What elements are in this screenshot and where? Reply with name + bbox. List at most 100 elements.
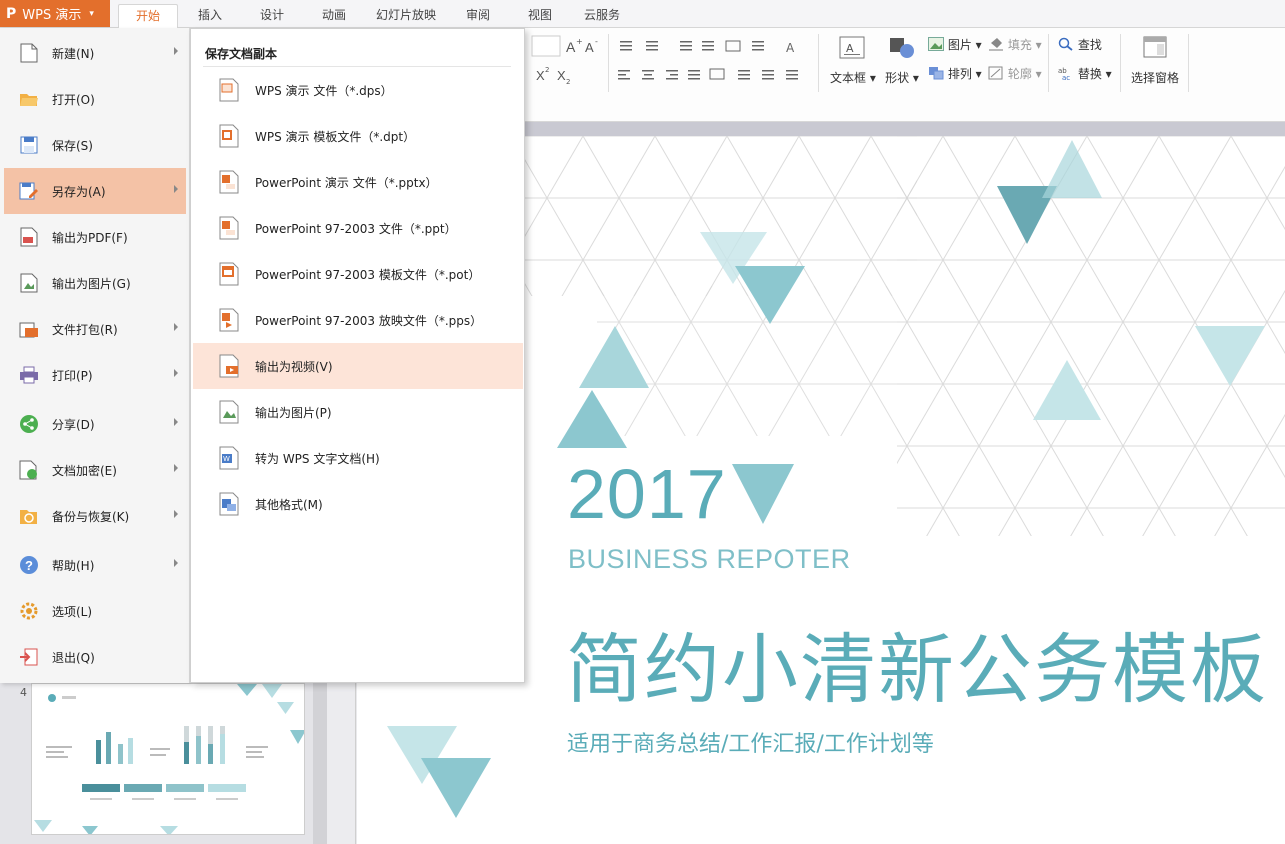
arrange-icon bbox=[928, 66, 944, 83]
exit-icon bbox=[18, 646, 40, 668]
menu-item-save[interactable]: 保存(S) bbox=[4, 122, 186, 168]
chevron-right-icon bbox=[174, 369, 178, 377]
submenu-title: 保存文档副本 bbox=[205, 47, 278, 61]
folder-open-icon bbox=[18, 88, 40, 110]
title-tab-bar: P WPS 演示 ▾ 开始 插入 设计 动画 幻灯片放映 审阅 视图 云服务 bbox=[0, 0, 1285, 32]
font-paragraph-tools-icon[interactable]: A + A- X2 X2 A bbox=[530, 32, 820, 92]
menu-item-export-pdf[interactable]: 输出为PDF(F) bbox=[4, 214, 186, 260]
save-as-pps[interactable]: PowerPoint 97-2003 放映文件（*.pps） bbox=[193, 297, 523, 343]
wps-writer-icon: W bbox=[217, 445, 241, 471]
tab-animation[interactable]: 动画 bbox=[316, 0, 352, 28]
encrypt-icon bbox=[18, 459, 40, 481]
svg-text:ac: ac bbox=[1062, 74, 1070, 80]
shape-label: 形状 bbox=[885, 71, 910, 85]
save-as-pot[interactable]: PowerPoint 97-2003 模板文件（*.pot） bbox=[193, 251, 523, 297]
submenu-item-label: PowerPoint 97-2003 放映文件（*.pps） bbox=[255, 313, 483, 328]
panel-divider bbox=[327, 683, 355, 844]
svg-text:2: 2 bbox=[566, 78, 570, 86]
tab-review[interactable]: 审阅 bbox=[460, 0, 496, 28]
export-image[interactable]: 输出为图片(P) bbox=[193, 389, 523, 435]
svg-text:-: - bbox=[595, 37, 598, 46]
app-menu-button[interactable]: P WPS 演示 ▾ bbox=[0, 0, 110, 27]
svg-text:?: ? bbox=[25, 558, 33, 573]
pot-file-icon bbox=[217, 261, 241, 287]
tab-slideshow[interactable]: 幻灯片放映 bbox=[370, 0, 442, 28]
menu-item-help[interactable]: ? 帮助(H) bbox=[4, 542, 186, 588]
fill-button[interactable]: 填充 ▾ bbox=[988, 36, 1042, 54]
submenu-item-label: 输出为图片(P) bbox=[255, 405, 332, 420]
find-button[interactable]: 查找 bbox=[1058, 36, 1102, 54]
save-as-dpt[interactable]: WPS 演示 模板文件（*.dpt） bbox=[193, 113, 523, 159]
gear-icon bbox=[18, 600, 40, 622]
svg-text:A: A bbox=[585, 40, 594, 55]
tab-insert[interactable]: 插入 bbox=[192, 0, 228, 28]
submenu-item-label: 转为 WPS 文字文档(H) bbox=[255, 451, 380, 466]
tab-view[interactable]: 视图 bbox=[522, 0, 558, 28]
selection-pane-icon bbox=[1143, 36, 1167, 58]
slide-description: 适用于商务总结/工作汇报/工作计划等 bbox=[567, 732, 934, 757]
replace-button[interactable]: ab ac 替换 ▾ bbox=[1058, 65, 1112, 83]
slide-subtitle: BUSINESS REPOTER bbox=[568, 544, 851, 574]
picture-button[interactable]: 图片 ▾ bbox=[928, 36, 982, 54]
slide-thumbnail[interactable] bbox=[31, 683, 305, 835]
menu-item-backup[interactable]: 备份与恢复(K) bbox=[4, 493, 186, 539]
menu-item-options[interactable]: 选项(L) bbox=[4, 588, 186, 634]
svg-text:A: A bbox=[786, 41, 795, 55]
menu-item-package[interactable]: 文件打包(R) bbox=[4, 306, 186, 352]
chevron-right-icon bbox=[174, 464, 178, 472]
chevron-right-icon bbox=[174, 47, 178, 55]
selection-pane-label: 选择窗格 bbox=[1130, 71, 1179, 85]
dps-file-icon bbox=[217, 77, 241, 103]
menu-item-save-as[interactable]: 另存为(A) bbox=[4, 168, 186, 214]
selection-pane-button[interactable]: 选择窗格 bbox=[1128, 36, 1182, 86]
tab-design[interactable]: 设计 bbox=[254, 0, 290, 28]
submenu-item-label: WPS 演示 文件（*.dps） bbox=[255, 83, 393, 98]
menu-item-share[interactable]: 分享(D) bbox=[4, 401, 186, 447]
tab-cloud[interactable]: 云服务 bbox=[578, 0, 626, 28]
menu-item-label: 选项(L) bbox=[52, 604, 93, 619]
convert-to-wps-writer[interactable]: W 转为 WPS 文字文档(H) bbox=[193, 435, 523, 481]
menu-item-label: 另存为(A) bbox=[52, 184, 106, 199]
menu-item-label: 帮助(H) bbox=[52, 558, 95, 573]
slide-title: 简约小清新公务模板 bbox=[566, 625, 1268, 714]
image-export-icon bbox=[217, 399, 241, 425]
save-as-pptx[interactable]: PowerPoint 演示 文件（*.pptx） bbox=[193, 159, 523, 205]
save-as-dps[interactable]: WPS 演示 文件（*.dps） bbox=[193, 67, 523, 113]
svg-text:+: + bbox=[576, 37, 583, 46]
arrange-button[interactable]: 排列 ▾ bbox=[928, 65, 982, 83]
outline-button[interactable]: 轮廓 ▾ bbox=[988, 65, 1042, 83]
save-as-ppt[interactable]: PowerPoint 97-2003 文件（*.ppt） bbox=[193, 205, 523, 251]
shape-button[interactable]: 形状 ▾ bbox=[882, 36, 922, 86]
pps-file-icon bbox=[217, 307, 241, 333]
menu-item-encrypt[interactable]: 文档加密(E) bbox=[4, 447, 186, 493]
textbox-button[interactable]: A 文本框 ▾ bbox=[830, 36, 876, 86]
video-export-icon bbox=[217, 353, 241, 379]
app-name: WPS 演示 bbox=[22, 8, 82, 23]
menu-item-exit[interactable]: 退出(Q) bbox=[4, 634, 186, 680]
ppt-file-icon bbox=[217, 215, 241, 241]
save-as-other-format[interactable]: 其他格式(M) bbox=[193, 481, 523, 527]
export-video[interactable]: 输出为视频(V) bbox=[193, 343, 523, 389]
textbox-icon: A bbox=[839, 36, 865, 59]
menu-item-label: 分享(D) bbox=[52, 417, 95, 432]
thumbnail-scrollbar[interactable] bbox=[313, 683, 327, 844]
save-as-submenu: 保存文档副本 WPS 演示 文件（*.dps） WPS 演示 模板文件（*.dp… bbox=[190, 28, 525, 683]
image-export-icon bbox=[18, 272, 40, 294]
menu-item-open[interactable]: 打开(O) bbox=[4, 76, 186, 122]
outline-label: 轮廓 bbox=[1007, 67, 1032, 81]
fill-bucket-icon bbox=[988, 37, 1004, 54]
menu-item-label: 输出为图片(G) bbox=[52, 276, 131, 291]
submenu-item-label: 其他格式(M) bbox=[255, 497, 323, 512]
menu-item-print[interactable]: 打印(P) bbox=[4, 352, 186, 398]
svg-text:X: X bbox=[557, 68, 566, 83]
menu-item-export-image[interactable]: 输出为图片(G) bbox=[4, 260, 186, 306]
menu-item-label: 打开(O) bbox=[52, 92, 95, 107]
textbox-label: 文本框 bbox=[830, 71, 867, 85]
menu-item-label: 退出(Q) bbox=[52, 650, 95, 665]
menu-item-label: 打印(P) bbox=[52, 368, 93, 383]
chevron-right-icon bbox=[174, 418, 178, 426]
printer-icon bbox=[18, 364, 40, 386]
menu-item-new[interactable]: 新建(N) bbox=[4, 30, 186, 76]
thumbnail-preview-graphic bbox=[34, 684, 304, 834]
fill-label: 填充 bbox=[1007, 38, 1032, 52]
